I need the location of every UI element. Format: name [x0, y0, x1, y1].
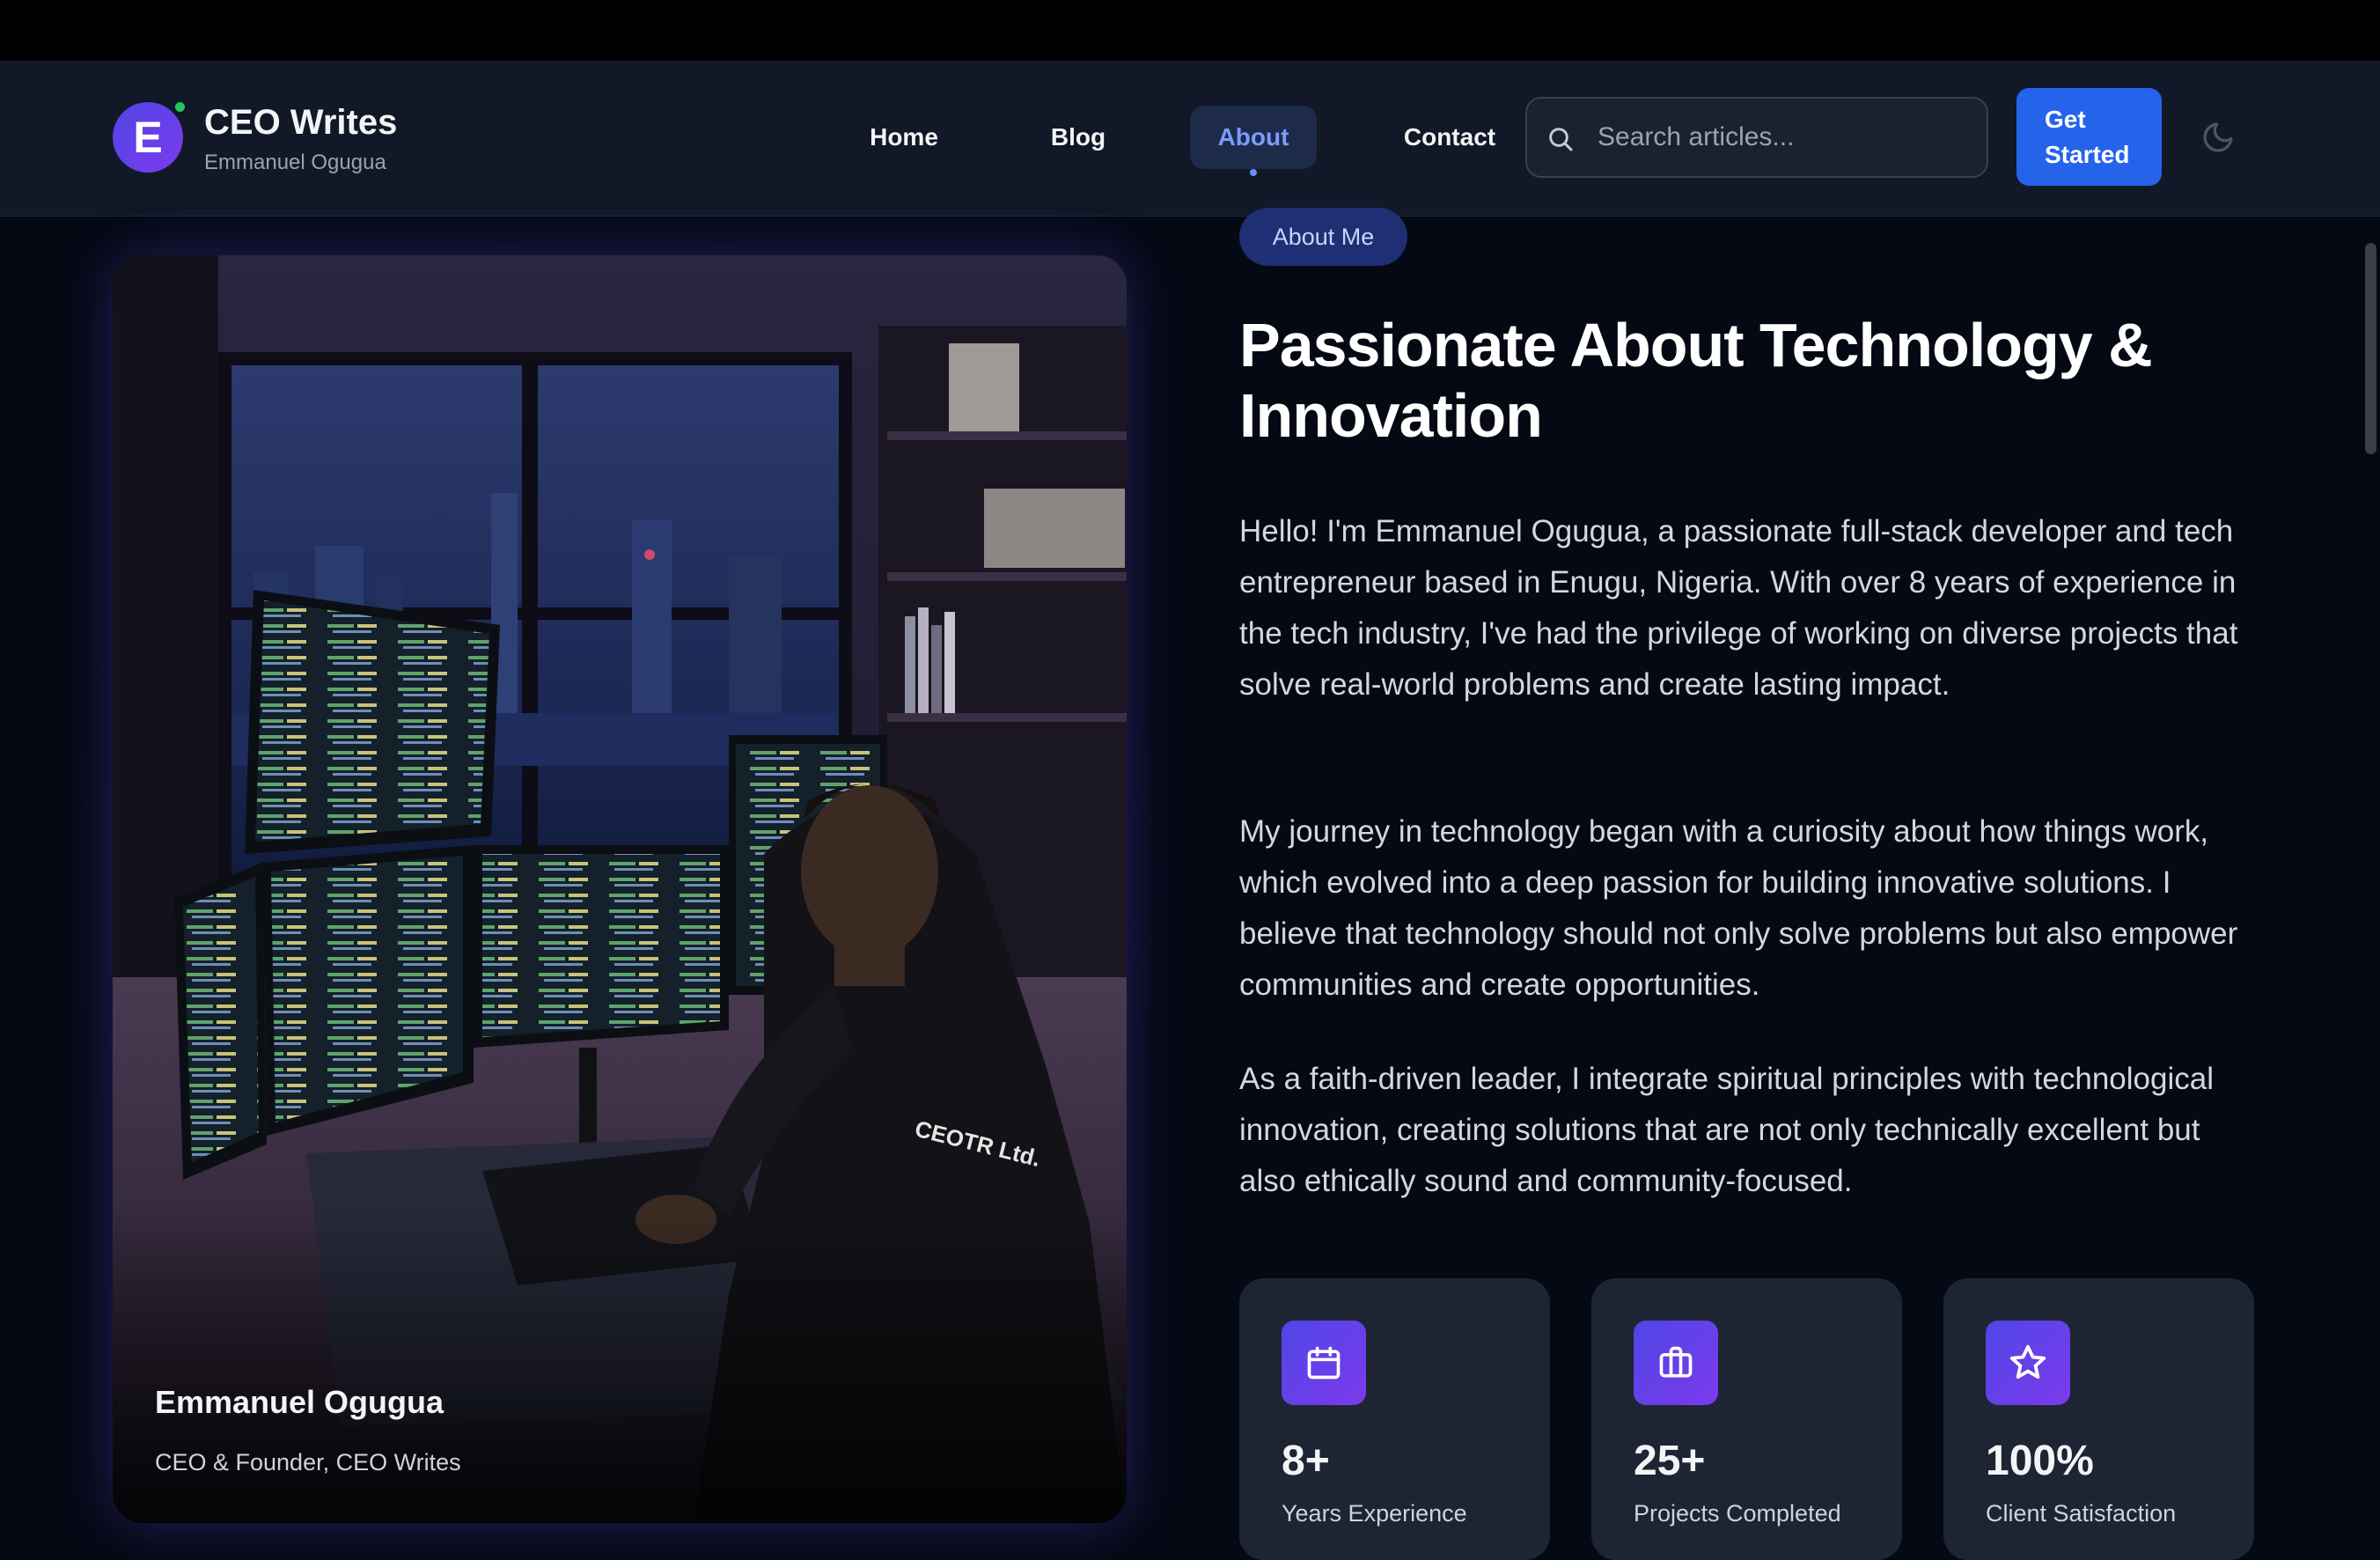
briefcase-icon: [1634, 1321, 1718, 1405]
office-scene-illustration: CEOTR Ltd.: [113, 255, 1127, 1523]
stat-label: Projects Completed: [1634, 1500, 1841, 1527]
get-started-button[interactable]: Get Started: [2016, 88, 2162, 186]
active-nav-indicator: [1250, 169, 1257, 176]
stat-label: Client Satisfaction: [1986, 1500, 2177, 1527]
nav-blog-link[interactable]: Blog: [1019, 106, 1137, 169]
photo-caption-role: CEO & Founder, CEO Writes: [155, 1449, 461, 1475]
stat-value: 8+: [1282, 1438, 1330, 1484]
about-paragraph-1: Hello! I'm Emmanuel Ogugua, a passionate…: [1239, 514, 2238, 702]
window-top-bar: [0, 0, 2380, 61]
search-box[interactable]: [1525, 97, 1988, 178]
star-icon: [1986, 1321, 2070, 1405]
about-heading: Passionate About Technology & Innovation: [1239, 311, 2153, 450]
about-paragraph-2: My journey in technology began with a cu…: [1239, 814, 2238, 1002]
logo-letter: E: [133, 113, 163, 162]
photo-caption-name: Emmanuel Ogugua: [155, 1384, 444, 1420]
nav-contact-link[interactable]: Contact: [1387, 106, 1512, 169]
profile-photo: CEOTR Ltd. Emmanuel Ogugua CEO & Founder…: [113, 255, 1127, 1523]
stat-label: Years Experience: [1282, 1500, 1467, 1527]
nav-about-link[interactable]: About: [1190, 106, 1317, 169]
page-scrollbar[interactable]: [2365, 243, 2376, 454]
calendar-icon: [1282, 1321, 1366, 1405]
about-paragraph-3: As a faith-driven leader, I integrate sp…: [1239, 1062, 2214, 1198]
about-badge: About Me: [1239, 208, 1407, 266]
moon-icon[interactable]: [2200, 120, 2236, 155]
stat-value: 100%: [1986, 1438, 2094, 1484]
search-icon: [1549, 128, 1573, 151]
logo[interactable]: E: [113, 102, 183, 173]
nav-home-link[interactable]: Home: [845, 106, 963, 169]
navbar: E CEO Writes Emmanuel Ogugua Home Blog A…: [0, 61, 2380, 217]
stat-card-projects: 25+ Projects Completed: [1591, 1278, 1902, 1560]
stat-value: 25+: [1634, 1438, 1706, 1484]
brand-title[interactable]: CEO Writes: [204, 103, 397, 143]
brand-subtitle: Emmanuel Ogugua: [204, 151, 386, 174]
stat-card-satisfaction: 100% Client Satisfaction: [1943, 1278, 2254, 1560]
stat-card-experience: 8+ Years Experience: [1239, 1278, 1550, 1560]
search-input[interactable]: [1598, 99, 1967, 176]
online-status-dot: [173, 99, 187, 114]
